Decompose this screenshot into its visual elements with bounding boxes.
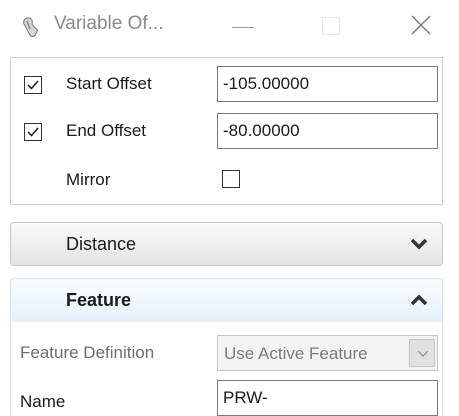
window-title: Variable Of... [54,13,164,34]
name-field[interactable]: PRW- [217,380,438,416]
start-offset-field[interactable]: -105.00000 [217,66,438,102]
close-button[interactable] [398,6,444,46]
feature-definition-select[interactable]: Use Active Feature [217,335,438,371]
feature-definition-label: Feature Definition [20,343,155,362]
end-offset-field[interactable]: -80.00000 [217,113,438,149]
feature-section-header[interactable]: Feature [10,278,443,322]
chevron-down-icon [417,350,429,358]
name-label: Name [20,392,66,411]
start-offset-label: Start Offset [66,74,152,93]
chevron-down-icon [410,238,428,250]
minimize-button[interactable] [220,6,266,46]
end-offset-checkbox[interactable] [24,123,42,141]
checkmark-icon [27,127,39,137]
maximize-button[interactable] [308,6,354,46]
feature-section-title: Feature [66,290,132,310]
mirror-label: Mirror [66,170,111,189]
mirror-checkbox[interactable] [222,170,240,188]
title-bar: Variable Of... [0,0,459,52]
distance-section-title: Distance [66,234,137,254]
close-icon [411,15,431,35]
end-offset-label: End Offset [66,121,147,140]
checkmark-icon [27,80,39,90]
feature-definition-value: Use Active Feature [224,344,368,363]
dropdown-button[interactable] [409,339,435,367]
start-offset-checkbox[interactable] [24,76,42,94]
distance-section-header[interactable]: Distance [10,222,443,266]
wrench-tool-icon [18,15,42,39]
chevron-up-icon [410,294,428,306]
